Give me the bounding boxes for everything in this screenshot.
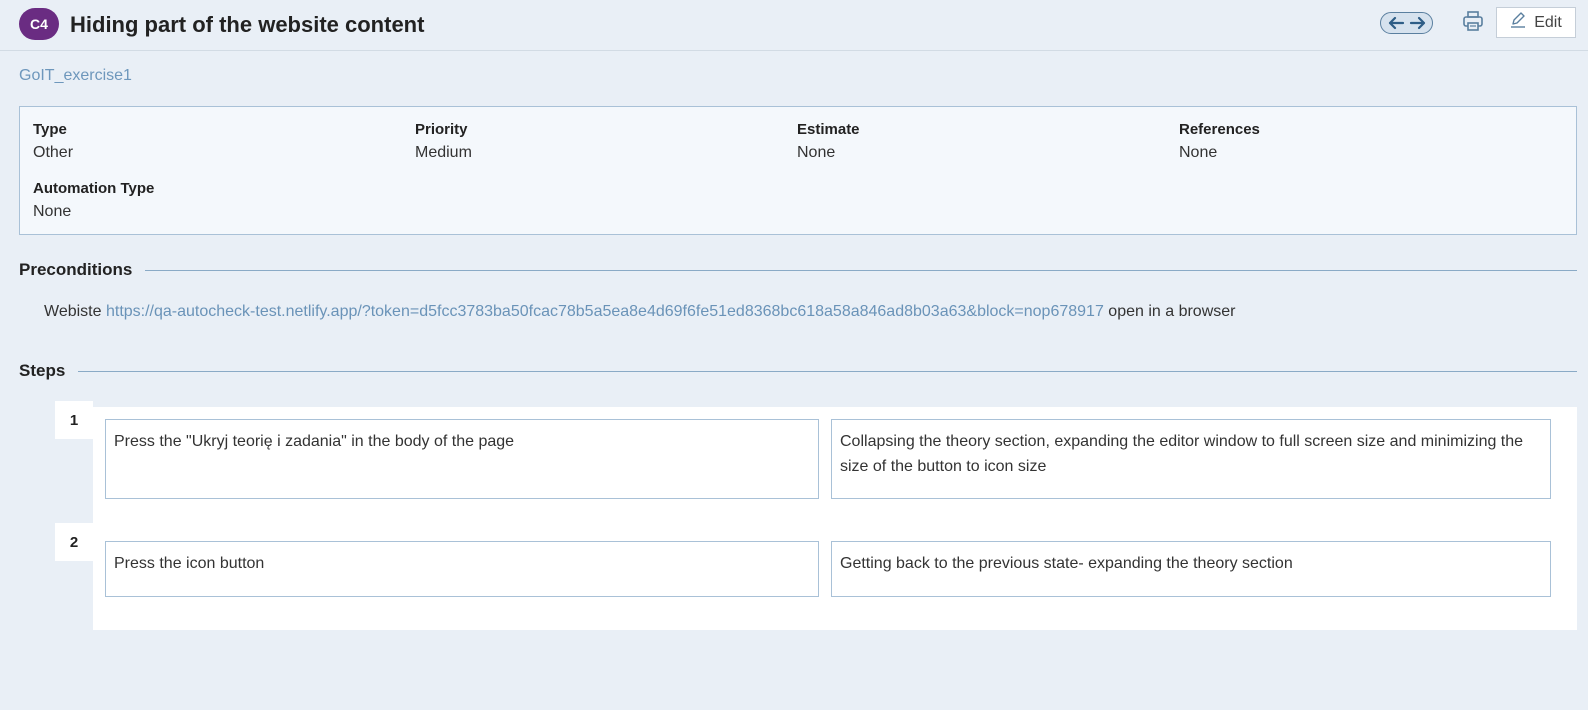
precondition-url-link[interactable]: https://qa-autocheck-test.netlify.app/?t… <box>106 303 1104 320</box>
preconditions-text: Webiste https://qa-autocheck-test.netlif… <box>44 303 1235 321</box>
project-link[interactable]: GoIT_exercise1 <box>19 67 132 85</box>
arrow-left-icon[interactable] <box>1387 16 1405 30</box>
field-automation-type: Automation Type None <box>33 180 154 221</box>
section-title: Steps <box>19 361 66 380</box>
arrow-right-icon[interactable] <box>1409 16 1427 30</box>
edit-button[interactable]: Edit <box>1496 7 1576 38</box>
pencil-icon <box>1510 12 1526 33</box>
step-action: Press the "Ukryj teorię i zadania" in th… <box>105 419 819 499</box>
print-button[interactable] <box>1461 10 1485 37</box>
step-number: 1 <box>55 401 93 439</box>
edit-label: Edit <box>1534 13 1562 31</box>
section-divider <box>78 370 1577 372</box>
step-expected-result: Collapsing the theory section, expanding… <box>831 419 1551 499</box>
page-header: C4 Hiding part of the website content Ed <box>0 0 1588 51</box>
field-value: None <box>1179 144 1218 161</box>
field-value: None <box>797 144 836 161</box>
case-fields-panel: Type Other Priority Medium Estimate None… <box>19 106 1577 235</box>
page-title: Hiding part of the website content <box>70 12 425 37</box>
prev-next-navigation <box>1380 12 1433 34</box>
case-id-badge: C4 <box>19 8 59 40</box>
field-type: Type Other <box>33 121 73 162</box>
section-divider <box>145 269 1577 271</box>
preconditions-heading: Preconditions <box>19 260 1577 280</box>
field-references: References None <box>1179 121 1260 162</box>
field-label: Type <box>33 121 67 138</box>
printer-icon <box>1462 10 1484 37</box>
section-title: Preconditions <box>19 260 133 279</box>
field-label: Automation Type <box>33 180 155 197</box>
field-value: Medium <box>415 144 472 161</box>
field-priority: Priority Medium <box>415 121 472 162</box>
field-value: Other <box>33 144 74 161</box>
field-label: Estimate <box>797 121 860 138</box>
field-value: None <box>33 203 72 220</box>
step-action: Press the icon button <box>105 541 819 597</box>
precondition-prefix: Webiste <box>44 303 102 320</box>
step-number: 2 <box>55 523 93 561</box>
field-label: References <box>1179 121 1260 138</box>
step-expected-result: Getting back to the previous state- expa… <box>831 541 1551 597</box>
precondition-suffix: open in a browser <box>1108 303 1236 320</box>
field-label: Priority <box>415 121 468 138</box>
steps-heading: Steps <box>19 361 1577 381</box>
field-estimate: Estimate None <box>797 121 860 162</box>
